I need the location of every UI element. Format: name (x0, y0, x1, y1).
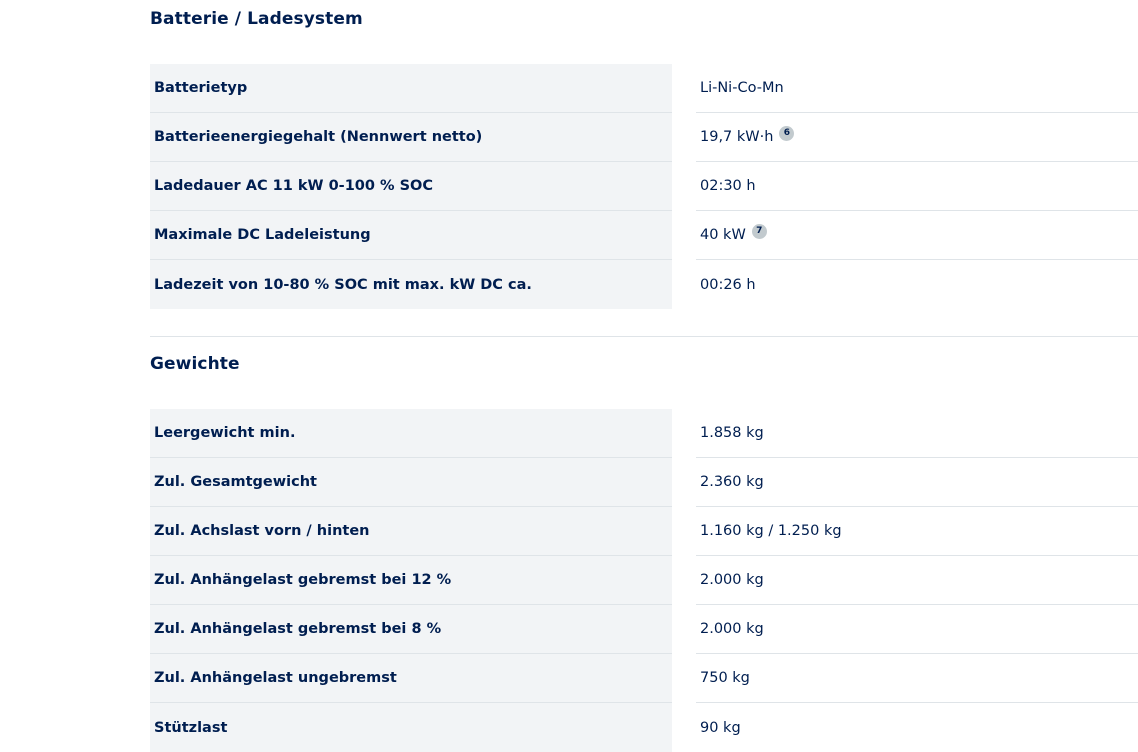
spec-row: Zul. Achslast vorn / hinten 1.160 kg / 1… (150, 507, 1138, 556)
spec-row: Ladedauer AC 11 kW 0-100 % SOC 02:30 h (150, 162, 1138, 211)
spec-value-text: 02:30 h (700, 178, 756, 194)
spec-page: Batterie / Ladesystem Batterietyp Li-Ni-… (0, 0, 1138, 752)
section-title-battery: Batterie / Ladesystem (150, 9, 363, 29)
spec-row: Zul. Gesamtgewicht 2.360 kg (150, 458, 1138, 507)
spec-row: Stützlast 90 kg (150, 703, 1138, 752)
spec-value: 00:26 h (696, 260, 1138, 309)
spec-value-text: 2.000 kg (700, 572, 764, 588)
spec-value: 2.000 kg (696, 605, 1138, 654)
spec-row: Ladezeit von 10-80 % SOC mit max. kW DC … (150, 260, 1138, 309)
spec-label: Zul. Anhängelast gebremst bei 12 % (150, 556, 672, 605)
spec-row: Zul. Anhängelast gebremst bei 12 % 2.000… (150, 556, 1138, 605)
spec-value-text: 2.360 kg (700, 474, 764, 490)
spec-value: Li-Ni-Co-Mn (696, 64, 1138, 113)
spec-label: Leergewicht min. (150, 409, 672, 458)
spec-value-text: 19,7 kW·h (700, 129, 774, 145)
spec-row: Leergewicht min. 1.858 kg (150, 409, 1138, 458)
section-title-weights: Gewichte (150, 354, 240, 374)
spec-value-text: 00:26 h (700, 276, 756, 293)
spec-value: 90 kg (696, 703, 1138, 752)
footnote-badge[interactable]: 6 (779, 125, 795, 141)
spec-value: 2.360 kg (696, 458, 1138, 507)
spec-label: Zul. Anhängelast ungebremst (150, 654, 672, 703)
spec-value: 40 kW 7 (696, 211, 1138, 260)
spec-label: Stützlast (150, 703, 672, 752)
weights-spec-table: Leergewicht min. 1.858 kg Zul. Gesamtgew… (150, 409, 1138, 752)
spec-label: Batterieenergiegehalt (Nennwert netto) (150, 113, 672, 162)
spec-value: 02:30 h (696, 162, 1138, 211)
spec-value-text: 1.160 kg / 1.250 kg (700, 523, 842, 539)
spec-value: 19,7 kW·h 6 (696, 113, 1138, 162)
spec-value-text: 1.858 kg (700, 425, 764, 441)
spec-label: Batterietyp (150, 64, 672, 113)
spec-row: Maximale DC Ladeleistung 40 kW 7 (150, 211, 1138, 260)
spec-row: Zul. Anhängelast ungebremst 750 kg (150, 654, 1138, 703)
spec-row: Zul. Anhängelast gebremst bei 8 % 2.000 … (150, 605, 1138, 654)
spec-value-text: Li-Ni-Co-Mn (700, 80, 784, 96)
spec-label: Zul. Achslast vorn / hinten (150, 507, 672, 556)
spec-value-text: 750 kg (700, 670, 750, 686)
battery-spec-table: Batterietyp Li-Ni-Co-Mn Batterieenergieg… (150, 64, 1138, 309)
spec-label: Maximale DC Ladeleistung (150, 211, 672, 260)
spec-value: 1.160 kg / 1.250 kg (696, 507, 1138, 556)
spec-value-text: 90 kg (700, 719, 741, 736)
spec-value: 2.000 kg (696, 556, 1138, 605)
spec-row: Batterietyp Li-Ni-Co-Mn (150, 64, 1138, 113)
spec-value: 750 kg (696, 654, 1138, 703)
spec-value-text: 2.000 kg (700, 621, 764, 637)
spec-row: Batterieenergiegehalt (Nennwert netto) 1… (150, 113, 1138, 162)
spec-label: Zul. Anhängelast gebremst bei 8 % (150, 605, 672, 654)
spec-value-text: 40 kW (700, 227, 746, 243)
spec-value: 1.858 kg (696, 409, 1138, 458)
spec-label: Ladezeit von 10-80 % SOC mit max. kW DC … (150, 260, 672, 309)
spec-label: Ladedauer AC 11 kW 0-100 % SOC (150, 162, 672, 211)
footnote-badge[interactable]: 7 (751, 223, 767, 239)
section-divider (150, 336, 1138, 337)
spec-label: Zul. Gesamtgewicht (150, 458, 672, 507)
